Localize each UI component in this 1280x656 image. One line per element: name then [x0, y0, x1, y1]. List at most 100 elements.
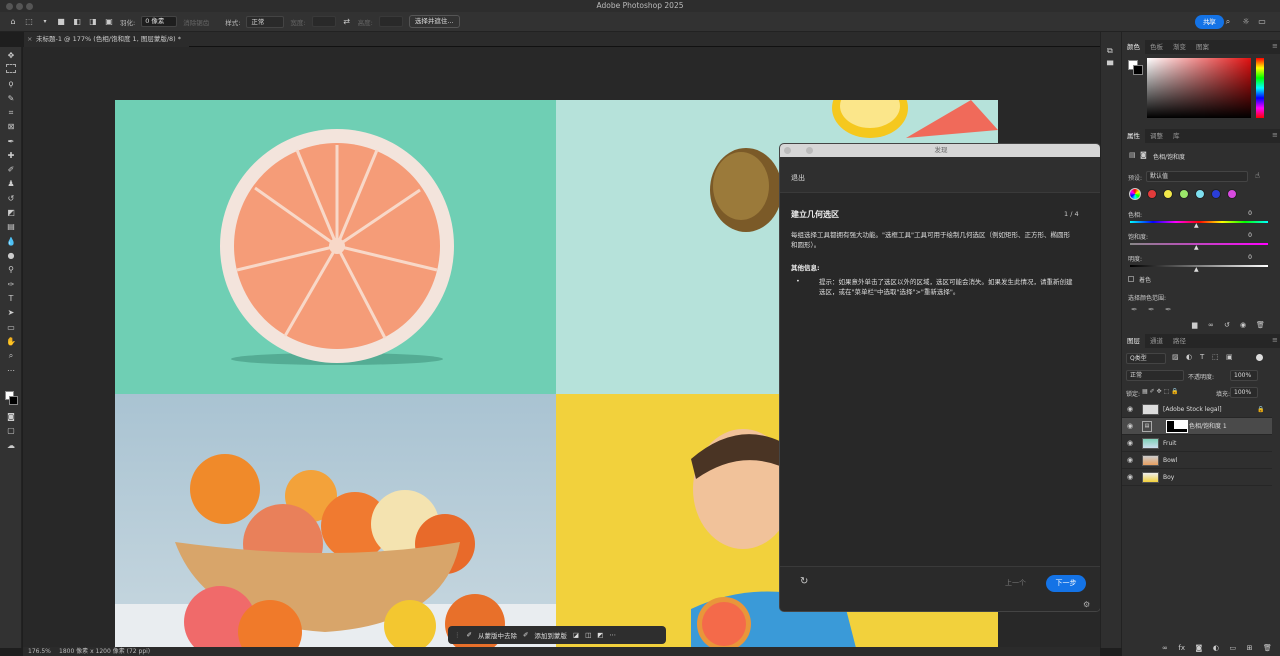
mask-option-3-icon[interactable]: ◩ [597, 631, 603, 639]
layer-row[interactable]: ◉ Fruit [1122, 435, 1272, 452]
pen-tool-icon[interactable]: ✑ [5, 279, 17, 291]
zoom-tool-icon[interactable]: ⌕ [5, 350, 17, 362]
home-icon[interactable]: ⌂ [8, 17, 18, 27]
restart-icon[interactable]: ↻ [800, 576, 808, 587]
type-tool-icon[interactable]: T [5, 293, 17, 305]
bg-swatch-icon[interactable] [1133, 65, 1143, 75]
dodge-tool-icon[interactable]: ● [5, 250, 17, 262]
style-select[interactable]: 正常 [246, 15, 285, 28]
blur-tool-icon[interactable]: 💧 [5, 236, 17, 248]
delete-layer-icon[interactable]: 🗑 [1263, 644, 1272, 654]
frame-tool-icon[interactable]: ⊠ [5, 121, 17, 133]
add-selection-icon[interactable]: ◧ [72, 17, 82, 27]
crop-tool-icon[interactable]: ⌗ [5, 107, 17, 119]
tab-channels[interactable]: 通道 [1145, 334, 1168, 348]
eye-icon[interactable]: ◉ [1127, 469, 1133, 486]
reset-icon[interactable]: ↺ [1224, 321, 1230, 329]
delete-adjustment-icon[interactable]: 🗑 [1256, 321, 1265, 329]
filter-type-icon[interactable]: T [1200, 353, 1204, 361]
feather-input[interactable]: 0 像素 [141, 16, 178, 27]
hue-strip[interactable] [1256, 58, 1264, 118]
subtract-selection-icon[interactable]: ◨ [88, 17, 98, 27]
comments-panel-icon[interactable]: ▀ [1107, 61, 1113, 70]
filter-smart-icon[interactable]: ▣ [1226, 353, 1233, 361]
clip-to-layer-icon[interactable]: ▆ [1192, 321, 1197, 329]
zoom-lens-icon[interactable]: ⚲ [5, 264, 17, 276]
new-layer-icon[interactable]: ⊞ [1247, 644, 1253, 654]
tab-swatches[interactable]: 色板 [1145, 40, 1168, 54]
saturation-value[interactable]: 0 [1230, 232, 1252, 239]
rectangle-tool-icon[interactable]: ▭ [5, 322, 17, 334]
eye-icon[interactable]: ◉ [1127, 452, 1133, 469]
close-dot[interactable] [6, 3, 13, 10]
tab-color[interactable]: 颜色 [1122, 40, 1145, 54]
eyedropper-icon[interactable]: ✒ [1131, 305, 1138, 314]
hand-tool-icon[interactable]: ✋ [5, 336, 17, 348]
eyedropper-subtract-icon[interactable]: ✒ [1165, 305, 1172, 314]
preset-select[interactable]: 默认值 [1146, 171, 1248, 182]
layer-row[interactable]: ◉ Boy [1122, 469, 1272, 486]
history-panel-icon[interactable]: ⧉ [1107, 46, 1113, 56]
saturation-slider[interactable] [1130, 243, 1268, 245]
color-picker-field[interactable] [1147, 58, 1251, 118]
opacity-input[interactable]: 100% [1230, 370, 1258, 381]
path-select-icon[interactable]: ➤ [5, 307, 17, 319]
tab-gradients[interactable]: 渐变 [1168, 40, 1191, 54]
layer-row[interactable]: ◉ [Adobe Stock legal] 🔒 [1122, 401, 1272, 418]
color-range-swatch[interactable] [1179, 189, 1189, 199]
screen-mode-icon[interactable]: ▢ [5, 425, 17, 437]
history-brush-icon[interactable]: ↺ [5, 193, 17, 205]
colorize-checkbox[interactable] [1128, 276, 1134, 282]
filter-pixel-icon[interactable]: ▨ [1172, 353, 1179, 361]
filter-toggle[interactable] [1256, 354, 1263, 361]
blend-mode-select[interactable]: 正常 [1126, 370, 1184, 381]
saturation-slider-thumb[interactable]: ▲ [1194, 244, 1199, 251]
next-button[interactable]: 下一步 [1046, 575, 1086, 592]
lasso-tool-icon[interactable]: ϙ [5, 78, 17, 90]
height-input[interactable] [378, 16, 403, 27]
search-icon[interactable]: ⌕ [1222, 16, 1234, 28]
new-selection-icon[interactable]: ■ [56, 17, 66, 27]
properties-menu-icon[interactable]: ≡ [1272, 131, 1278, 139]
eyedropper-tool-icon[interactable]: ✒ [5, 136, 17, 148]
remove-from-mask-button[interactable]: 从蒙版中去除 [478, 630, 517, 640]
lightness-slider[interactable] [1130, 265, 1268, 267]
color-range-swatch[interactable] [1211, 189, 1221, 199]
antialias-checkbox[interactable]: 消除锯齿 [183, 17, 209, 27]
layer-row[interactable]: ◉ Bowl [1122, 452, 1272, 469]
more-options-icon[interactable]: ⋯ [609, 631, 616, 639]
mask-option-1-icon[interactable]: ◪ [573, 631, 579, 639]
tab-libraries[interactable]: 库 [1168, 129, 1185, 143]
color-range-swatch[interactable] [1195, 189, 1205, 199]
eraser-tool-icon[interactable]: ◩ [5, 207, 17, 219]
eye-icon[interactable]: ◉ [1127, 435, 1133, 452]
document-tab[interactable]: × 未标题-1 @ 177% (色相/饱和度 1, 图层蒙版/8) * [24, 32, 189, 47]
tab-paths[interactable]: 路径 [1168, 334, 1191, 348]
filter-shape-icon[interactable]: ⬚ [1212, 353, 1219, 361]
hue-value[interactable]: 0 [1230, 210, 1252, 217]
color-range-swatch[interactable] [1163, 189, 1173, 199]
previous-button[interactable]: 上一个 [1005, 578, 1026, 588]
quick-mask-icon[interactable]: ◙ [5, 411, 17, 423]
view-previous-icon[interactable]: ∞ [1208, 321, 1214, 329]
lock-options-icon[interactable]: ▦ ✐ ✥ ⬚ 🔒 [1142, 388, 1179, 395]
new-adjustment-icon[interactable]: ◐ [1213, 644, 1219, 654]
dialog-settings-icon[interactable]: ⚙ [1083, 600, 1090, 609]
filter-adjustment-icon[interactable]: ◐ [1186, 353, 1192, 361]
bell-icon[interactable]: ♪ [1204, 16, 1216, 28]
tab-patterns[interactable]: 图案 [1191, 40, 1214, 54]
layers-menu-icon[interactable]: ≡ [1272, 336, 1278, 344]
mask-option-2-icon[interactable]: ◫ [585, 631, 591, 639]
lightness-slider-thumb[interactable]: ▲ [1194, 266, 1199, 273]
width-input[interactable] [311, 16, 336, 27]
color-range-swatch[interactable] [1147, 189, 1157, 199]
eye-icon[interactable]: ◉ [1127, 401, 1133, 418]
fill-input[interactable]: 100% [1230, 387, 1258, 398]
dialog-minimize-dot[interactable] [806, 147, 813, 154]
marquee-tool-icon[interactable] [6, 64, 16, 73]
eye-icon[interactable]: ◉ [1127, 418, 1133, 435]
select-and-mask-button[interactable]: 选择并遮住... [408, 15, 460, 28]
marquee-preset-icon[interactable]: ⬚ [24, 17, 34, 27]
add-to-mask-button[interactable]: 添加到蒙版 [534, 630, 567, 640]
intersect-selection-icon[interactable]: ▣ [104, 17, 114, 27]
